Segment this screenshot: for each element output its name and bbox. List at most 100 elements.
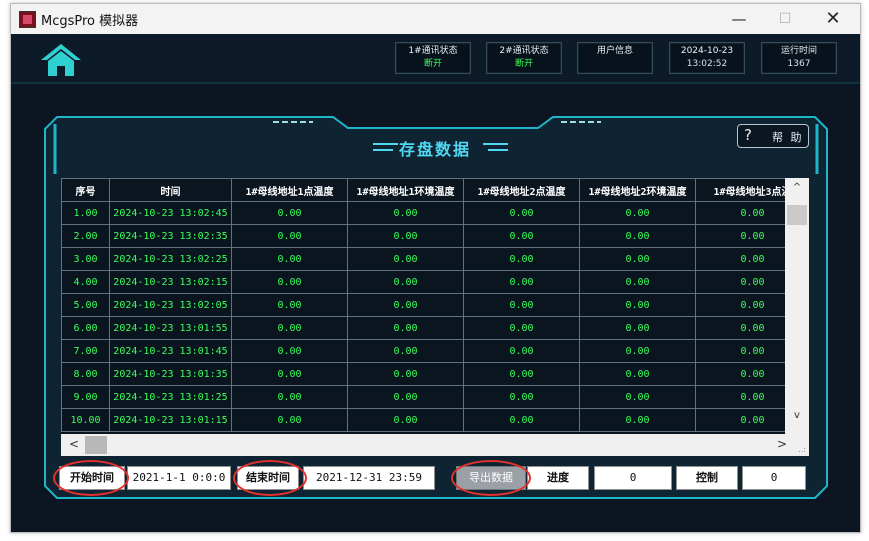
table-cell: 0.00	[231, 385, 348, 409]
app-window: McgsPro 模拟器 — ☐ ✕ 1#通讯状态 断开 2#通讯状态 断开 用户…	[10, 3, 861, 533]
table-cell: 0.00	[579, 224, 696, 248]
table-cell: 0.00	[463, 339, 580, 363]
table-cell: 0.00	[231, 224, 348, 248]
scroll-right-icon[interactable]: >	[777, 437, 787, 451]
table-cell: 0.00	[463, 247, 580, 271]
table-cell: 0.00	[579, 362, 696, 386]
table-cell: 0.00	[347, 408, 464, 432]
table-cell: 0.00	[463, 224, 580, 248]
table-cell: 0.00	[579, 270, 696, 294]
progress-label: 进度	[527, 466, 589, 490]
data-table: 序号 时间 1#母线地址1点温度 1#母线地址1环境温度 1#母线地址2点温度 …	[61, 178, 809, 432]
table-cell: 0.00	[347, 247, 464, 271]
table-cell: 2.00	[61, 224, 110, 248]
horizontal-scroll-thumb[interactable]	[85, 436, 107, 454]
scroll-up-icon[interactable]: ^	[785, 182, 809, 193]
data-table-container[interactable]: 序号 时间 1#母线地址1点温度 1#母线地址1环境温度 1#母线地址2点温度 …	[61, 178, 809, 434]
runtime-value: 1367	[787, 59, 811, 69]
table-cell: 0.00	[579, 316, 696, 340]
table-header-row: 序号 时间 1#母线地址1点温度 1#母线地址1环境温度 1#母线地址2点温度 …	[61, 178, 809, 202]
table-cell: 0.00	[347, 385, 464, 409]
table-cell: 2024-10-23 13:02:45	[109, 201, 232, 225]
table-cell: 8.00	[61, 362, 110, 386]
table-row[interactable]: 1.00 2024-10-23 13:02:45 0.00 0.00 0.00 0.00 0…	[61, 201, 809, 225]
scroll-left-icon[interactable]: <	[69, 437, 79, 451]
end-time-button[interactable]: 结束时间	[237, 466, 299, 490]
table-row[interactable]: 8.00 2024-10-23 13:01:35 0.00 0.00 0.00 0.00 0…	[61, 362, 809, 386]
comm-status-1-value: 断开	[423, 59, 442, 69]
datetime-display: 2024-10-23 13:02:52	[669, 42, 745, 74]
table-cell: 3.00	[61, 247, 110, 271]
table-row[interactable]: 7.00 2024-10-23 13:01:45 0.00 0.00 0.00 0.00 0…	[61, 339, 809, 363]
table-cell: 2024-10-23 13:01:25	[109, 385, 232, 409]
user-info-label: 用户信息	[596, 46, 633, 56]
control-value[interactable]: 0	[742, 466, 806, 490]
table-cell: 2024-10-23 13:01:35	[109, 362, 232, 386]
comm-status-2: 2#通讯状态 断开	[486, 42, 562, 74]
comm-status-2-value: 断开	[514, 59, 533, 69]
progress-value: 0	[594, 466, 672, 490]
help-label: 帮 助	[772, 131, 804, 144]
vertical-scroll-thumb[interactable]	[787, 205, 807, 225]
table-cell: 0.00	[347, 201, 464, 225]
start-time-field[interactable]: 2021-1-1 0:0:0	[127, 466, 231, 490]
table-cell: 0.00	[347, 270, 464, 294]
table-row[interactable]: 2.00 2024-10-23 13:02:35 0.00 0.00 0.00 0.00 0…	[61, 224, 809, 248]
column-header: 1#母线地址2点温度	[463, 178, 580, 202]
column-header: 1#母线地址1点温度	[231, 178, 348, 202]
column-header: 1#母线地址2环境温度	[579, 178, 696, 202]
date-value: 2024-10-23	[680, 46, 734, 56]
panel-title: 存盘数据	[399, 140, 472, 159]
minimize-button[interactable]: —	[716, 4, 762, 34]
table-cell: 0.00	[347, 316, 464, 340]
table-cell: 0.00	[579, 385, 696, 409]
table-row[interactable]: 6.00 2024-10-23 13:01:55 0.00 0.00 0.00 0.00 0…	[61, 316, 809, 340]
comm-status-1-label: 1#通讯状态	[408, 46, 458, 56]
table-cell: 10.00	[61, 408, 110, 432]
table-cell: 0.00	[463, 293, 580, 317]
table-cell: 2024-10-23 13:01:15	[109, 408, 232, 432]
table-row[interactable]: 10.00 2024-10-23 13:01:15 0.00 0.00 0.00 0.00…	[61, 408, 809, 432]
table-cell: 9.00	[61, 385, 110, 409]
runtime-label: 运行时间	[780, 46, 817, 56]
table-cell: 7.00	[61, 339, 110, 363]
user-info-button[interactable]: 用户信息	[577, 42, 653, 74]
table-cell: 2024-10-23 13:02:05	[109, 293, 232, 317]
table-cell: 2024-10-23 13:01:45	[109, 339, 232, 363]
start-time-button[interactable]: 开始时间	[59, 466, 125, 490]
window-title: McgsPro 模拟器	[41, 14, 139, 29]
table-cell: 0.00	[463, 316, 580, 340]
table-cell: 0.00	[231, 362, 348, 386]
table-row[interactable]: 5.00 2024-10-23 13:02:05 0.00 0.00 0.00 0.00 0…	[61, 293, 809, 317]
time-value: 13:02:52	[686, 59, 728, 69]
help-button[interactable]: ? 帮 助	[737, 124, 809, 148]
scroll-down-icon[interactable]: v	[785, 410, 809, 421]
table-cell: 0.00	[463, 270, 580, 294]
table-cell: 0.00	[231, 247, 348, 271]
control-label: 控制	[676, 466, 738, 490]
close-button[interactable]: ✕	[810, 4, 856, 34]
table-cell: 0.00	[579, 339, 696, 363]
table-cell: 0.00	[231, 270, 348, 294]
table-cell: 6.00	[61, 316, 110, 340]
export-data-button[interactable]: 导出数据	[456, 466, 526, 490]
help-icon: ?	[744, 126, 752, 144]
top-bar: 1#通讯状态 断开 2#通讯状态 断开 用户信息 2024-10-23 13:0…	[11, 34, 860, 84]
maximize-button[interactable]: ☐	[762, 4, 808, 34]
runtime-display: 运行时间 1367	[761, 42, 837, 74]
table-row[interactable]: 9.00 2024-10-23 13:01:25 0.00 0.00 0.00 0.00 0…	[61, 385, 809, 409]
horizontal-scrollbar[interactable]: < > ..:	[61, 434, 809, 456]
table-row[interactable]: 4.00 2024-10-23 13:02:15 0.00 0.00 0.00 0.00 0…	[61, 270, 809, 294]
table-cell: 0.00	[231, 339, 348, 363]
table-cell: 0.00	[347, 293, 464, 317]
vertical-scrollbar[interactable]: ^ v	[785, 178, 809, 434]
table-cell: 0.00	[579, 293, 696, 317]
table-cell: 2024-10-23 13:02:15	[109, 270, 232, 294]
table-cell: 0.00	[231, 201, 348, 225]
table-cell: 0.00	[231, 316, 348, 340]
home-icon[interactable]	[39, 42, 83, 78]
table-row[interactable]: 3.00 2024-10-23 13:02:25 0.00 0.00 0.00 0.00 0…	[61, 247, 809, 271]
resize-grip-icon: ..:	[798, 445, 806, 454]
end-time-field[interactable]: 2021-12-31 23:59	[303, 466, 435, 490]
comm-status-2-label: 2#通讯状态	[499, 46, 549, 56]
